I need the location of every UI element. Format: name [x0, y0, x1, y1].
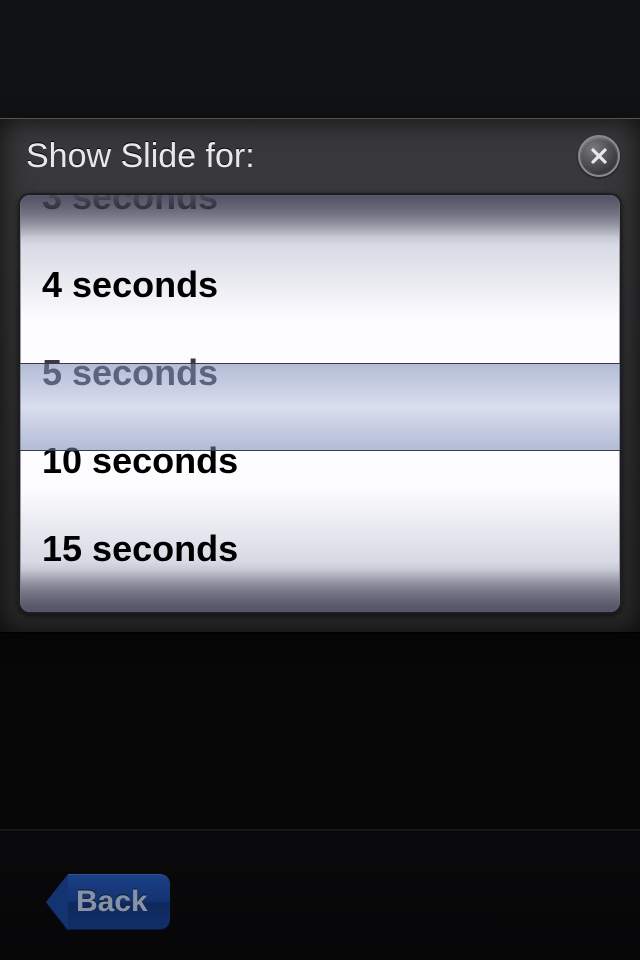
picker-option[interactable]: 15 seconds [20, 505, 620, 593]
picker-option-label: 15 seconds [42, 528, 238, 570]
picker-option[interactable]: 5 seconds [20, 329, 620, 417]
close-button[interactable] [578, 135, 620, 177]
picker-option-label: 5 seconds [42, 352, 218, 394]
picker-items: 3 seconds 4 seconds 5 seconds 10 seconds… [20, 193, 620, 593]
modal-header: Show Slide for: [0, 119, 640, 193]
close-icon [589, 146, 609, 166]
picker-option[interactable]: 3 seconds [20, 193, 620, 241]
picker-container: 3 seconds 4 seconds 5 seconds 10 seconds… [0, 193, 640, 632]
slide-duration-modal: Show Slide for: 3 seconds 4 seconds 5 se… [0, 118, 640, 633]
picker-option-label: 3 seconds [42, 193, 218, 218]
picker-option[interactable]: 10 seconds [20, 417, 620, 505]
picker-option-label: 10 seconds [42, 440, 238, 482]
modal-title: Show Slide for: [26, 137, 255, 176]
picker-option-label: 4 seconds [42, 264, 218, 306]
duration-picker[interactable]: 3 seconds 4 seconds 5 seconds 10 seconds… [18, 193, 622, 614]
picker-option[interactable]: 4 seconds [20, 241, 620, 329]
